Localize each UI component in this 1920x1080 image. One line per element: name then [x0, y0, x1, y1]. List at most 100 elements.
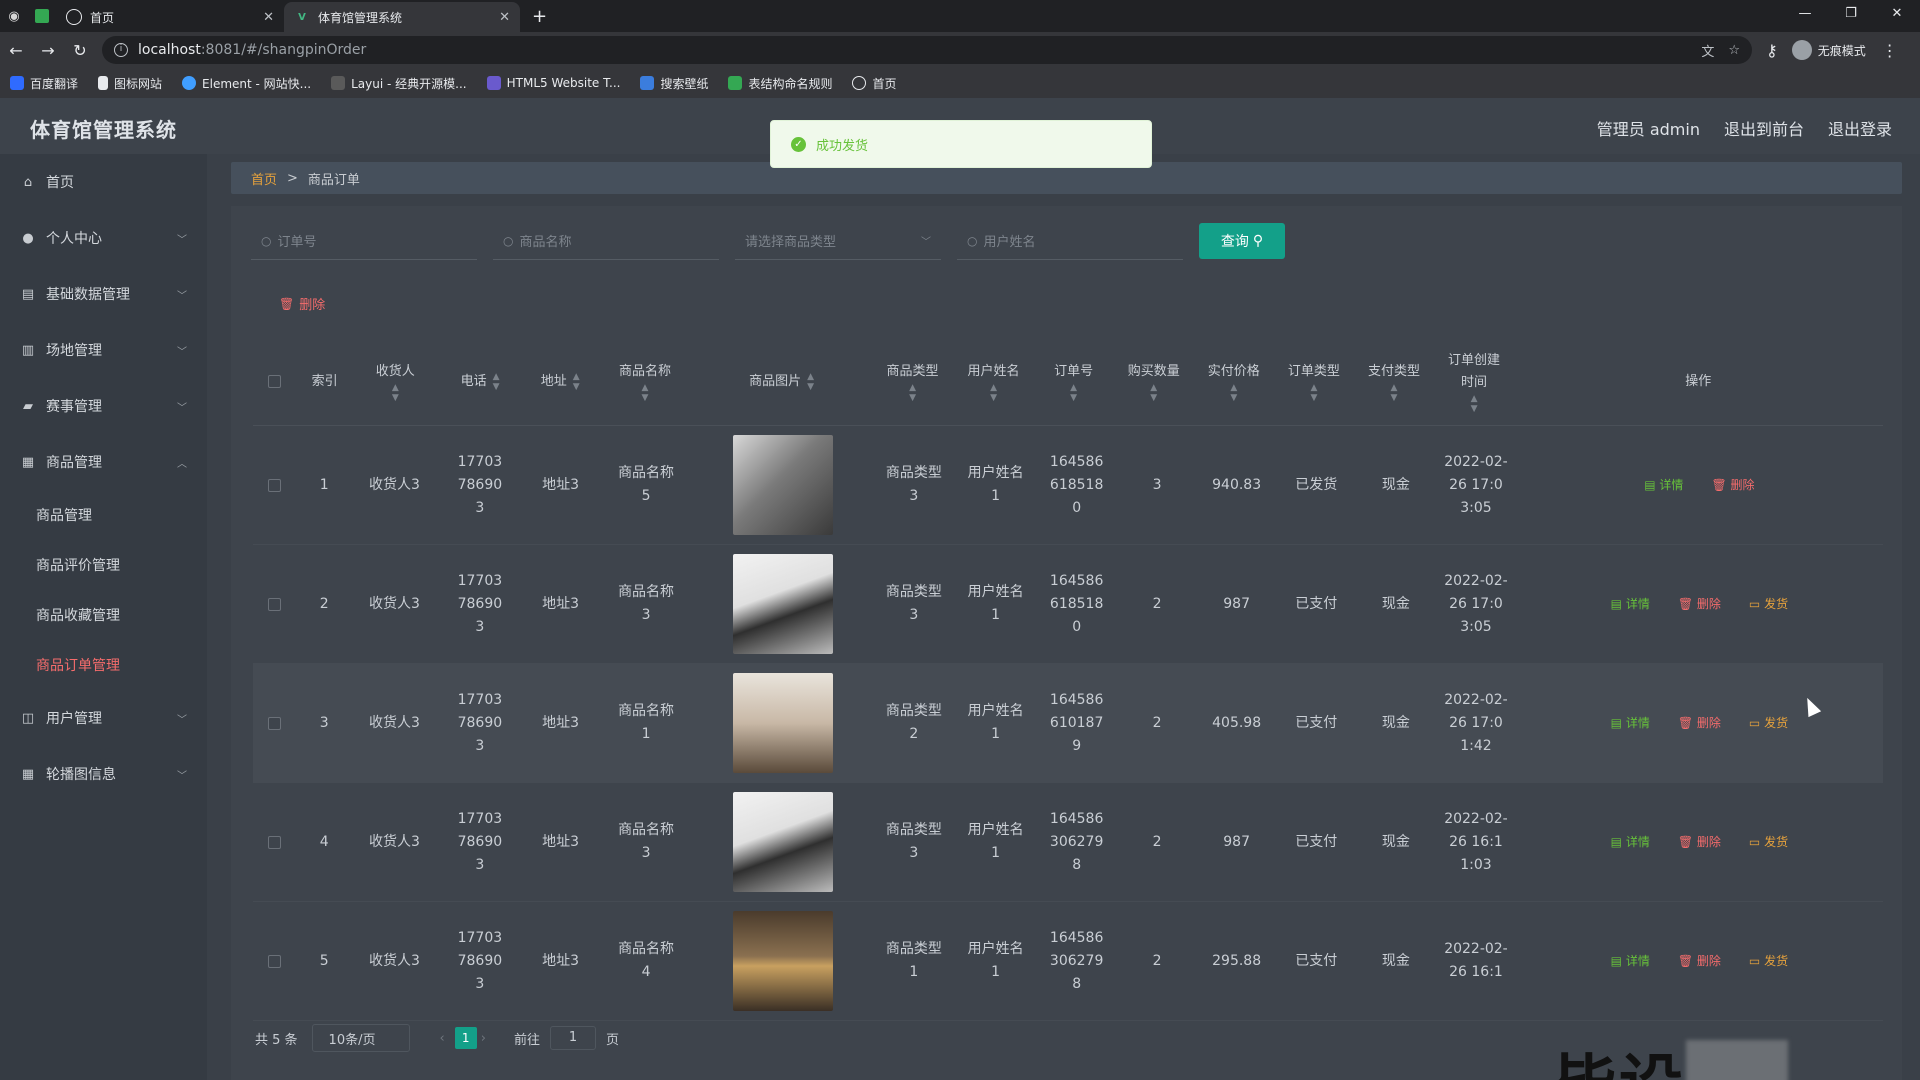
- col-goods-image[interactable]: 商品图片 ▲ ▼: [692, 371, 871, 393]
- logout-link[interactable]: 退出登录: [1828, 116, 1892, 140]
- bookmark-item[interactable]: 首页: [852, 75, 897, 92]
- bookmark-item[interactable]: Layui - 经典开源模...: [331, 75, 467, 92]
- col-created[interactable]: 订单创建时间 ▲ ▼: [1435, 350, 1514, 414]
- sort-icon[interactable]: ▲ ▼: [1230, 383, 1237, 403]
- col-user-name[interactable]: 用户姓名 ▲ ▼: [954, 361, 1033, 403]
- sort-icon[interactable]: ▲ ▼: [990, 383, 997, 403]
- exit-front-link[interactable]: 退出到前台: [1724, 116, 1804, 140]
- translate-icon[interactable]: 文: [1701, 41, 1714, 60]
- forward-icon[interactable]: →: [32, 41, 64, 60]
- sort-icon[interactable]: ▲ ▼: [493, 372, 500, 392]
- batch-delete-button[interactable]: 🗑 删除: [279, 294, 325, 314]
- delete-button[interactable]: 🗑 删除: [1678, 712, 1721, 735]
- sidebar-item-base-data[interactable]: ▤ 基础数据管理 ﹀: [0, 266, 207, 322]
- ship-button[interactable]: ▭ 发货: [1749, 712, 1788, 735]
- bookmark-item[interactable]: HTML5 Website T...: [486, 76, 620, 90]
- new-tab-button[interactable]: +: [532, 6, 547, 27]
- user-name-input[interactable]: ○ 用户姓名: [957, 222, 1183, 260]
- col-receiver[interactable]: 收货人 ▲ ▼: [353, 361, 438, 403]
- sidebar-sub-goods-order[interactable]: 商品订单管理: [0, 640, 207, 690]
- bookmark-item[interactable]: Element - 网站快...: [182, 75, 311, 92]
- minimize-icon[interactable]: —: [1782, 0, 1828, 32]
- col-pay-type[interactable]: 支付类型 ▲ ▼: [1353, 361, 1434, 403]
- goto-page-input[interactable]: 1: [549, 1026, 596, 1050]
- row-checkbox[interactable]: [268, 835, 282, 849]
- bookmark-item[interactable]: 百度翻译: [10, 75, 78, 92]
- col-qty[interactable]: 购买数量 ▲ ▼: [1114, 361, 1193, 403]
- detail-button[interactable]: ▤ 详情: [1644, 474, 1683, 497]
- col-price[interactable]: 实付价格 ▲ ▼: [1193, 361, 1274, 403]
- col-order-type[interactable]: 订单类型 ▲ ▼: [1274, 361, 1353, 403]
- incognito-profile[interactable]: 无痕模式: [1791, 40, 1866, 60]
- sort-icon[interactable]: ▲ ▼: [641, 383, 648, 403]
- sidebar-item-goods[interactable]: ▦ 商品管理 ︿: [0, 434, 207, 490]
- close-icon[interactable]: ✕: [263, 10, 274, 25]
- goods-thumbnail[interactable]: [733, 911, 833, 1011]
- goods-name-input[interactable]: ○ 商品名称: [493, 222, 719, 260]
- sort-icon[interactable]: ▲ ▼: [807, 372, 814, 392]
- sort-icon[interactable]: ▲ ▼: [909, 383, 916, 403]
- sidebar-item-venue[interactable]: ▥ 场地管理 ﹀: [0, 322, 207, 378]
- goods-thumbnail[interactable]: [733, 673, 833, 773]
- browser-tab-home[interactable]: 首页 ✕: [56, 2, 284, 32]
- sort-icon[interactable]: ▲ ▼: [573, 372, 580, 392]
- breadcrumb-home[interactable]: 首页: [251, 169, 277, 188]
- reload-icon[interactable]: ↻: [64, 41, 96, 60]
- goods-type-select[interactable]: 请选择商品类型 ﹀: [735, 222, 941, 260]
- delete-button[interactable]: 🗑 删除: [1678, 831, 1721, 854]
- page-size-select[interactable]: 10条/页: [311, 1024, 410, 1052]
- detail-button[interactable]: ▤ 详情: [1611, 593, 1650, 616]
- star-icon[interactable]: ☆: [1728, 43, 1740, 58]
- ship-button[interactable]: ▭ 发货: [1749, 950, 1788, 973]
- sidebar-item-carousel[interactable]: ▦ 轮播图信息 ﹀: [0, 746, 207, 802]
- goods-thumbnail[interactable]: [733, 554, 833, 654]
- bookmark-item[interactable]: 搜索壁纸: [640, 75, 708, 92]
- goods-thumbnail[interactable]: [733, 435, 833, 535]
- prev-page-icon[interactable]: ‹: [440, 1031, 445, 1046]
- browser-tab-app[interactable]: V 体育馆管理系统 ✕: [284, 2, 520, 32]
- sidebar-sub-goods-favorite[interactable]: 商品收藏管理: [0, 590, 207, 640]
- close-icon[interactable]: ✕: [499, 10, 510, 25]
- more-icon[interactable]: ⋮: [1882, 41, 1898, 60]
- browser-menu-icon[interactable]: ◉: [0, 0, 28, 32]
- row-checkbox[interactable]: [268, 954, 282, 968]
- info-icon[interactable]: i: [114, 43, 128, 57]
- query-button[interactable]: 查询 ⚲: [1199, 223, 1285, 259]
- sidebar-item-profile[interactable]: ● 个人中心 ﹀: [0, 210, 207, 266]
- goods-thumbnail[interactable]: [733, 792, 833, 892]
- delete-button[interactable]: 🗑 删除: [1678, 950, 1721, 973]
- sort-icon[interactable]: ▲ ▼: [1310, 383, 1317, 403]
- col-goods-name[interactable]: 商品名称 ▲ ▼: [598, 361, 692, 403]
- sidebar-item-event[interactable]: ▰ 赛事管理 ﹀: [0, 378, 207, 434]
- sort-icon[interactable]: ▲ ▼: [1070, 383, 1077, 403]
- bookmark-item[interactable]: 表结构命名规则: [728, 75, 832, 92]
- delete-button[interactable]: 🗑 删除: [1711, 474, 1754, 497]
- pinned-tab-icon[interactable]: [28, 0, 56, 32]
- detail-button[interactable]: ▤ 详情: [1611, 831, 1650, 854]
- col-address[interactable]: 地址 ▲ ▼: [522, 371, 597, 393]
- col-order-no[interactable]: 订单号 ▲ ▼: [1033, 361, 1114, 403]
- row-checkbox[interactable]: [268, 597, 282, 611]
- key-icon[interactable]: ⚷: [1766, 41, 1778, 60]
- sort-icon[interactable]: ▲ ▼: [1391, 383, 1398, 403]
- order-no-input[interactable]: ○ 订单号: [251, 222, 477, 260]
- detail-button[interactable]: ▤ 详情: [1611, 712, 1650, 735]
- sidebar-item-users[interactable]: ◫ 用户管理 ﹀: [0, 690, 207, 746]
- next-page-icon[interactable]: ›: [481, 1031, 486, 1046]
- sort-icon[interactable]: ▲ ▼: [1150, 383, 1157, 403]
- close-window-icon[interactable]: ✕: [1874, 0, 1920, 32]
- col-phone[interactable]: 电话 ▲ ▼: [438, 371, 523, 393]
- row-checkbox[interactable]: [268, 478, 282, 492]
- row-checkbox[interactable]: [268, 716, 282, 730]
- ship-button[interactable]: ▭ 发货: [1749, 831, 1788, 854]
- page-number-button[interactable]: 1: [454, 1027, 477, 1049]
- delete-button[interactable]: 🗑 删除: [1678, 593, 1721, 616]
- select-all-checkbox[interactable]: [268, 375, 282, 388]
- sidebar-sub-goods[interactable]: 商品管理: [0, 490, 207, 540]
- sidebar-item-home[interactable]: ⌂ 首页: [0, 154, 207, 210]
- url-input[interactable]: i localhost:8081/#/shangpinOrder 文 ☆: [102, 36, 1752, 64]
- col-goods-type[interactable]: 商品类型 ▲ ▼: [871, 361, 954, 403]
- bookmark-item[interactable]: 图标网站: [98, 75, 162, 92]
- restore-icon[interactable]: ❐: [1828, 0, 1874, 32]
- back-icon[interactable]: ←: [0, 41, 32, 60]
